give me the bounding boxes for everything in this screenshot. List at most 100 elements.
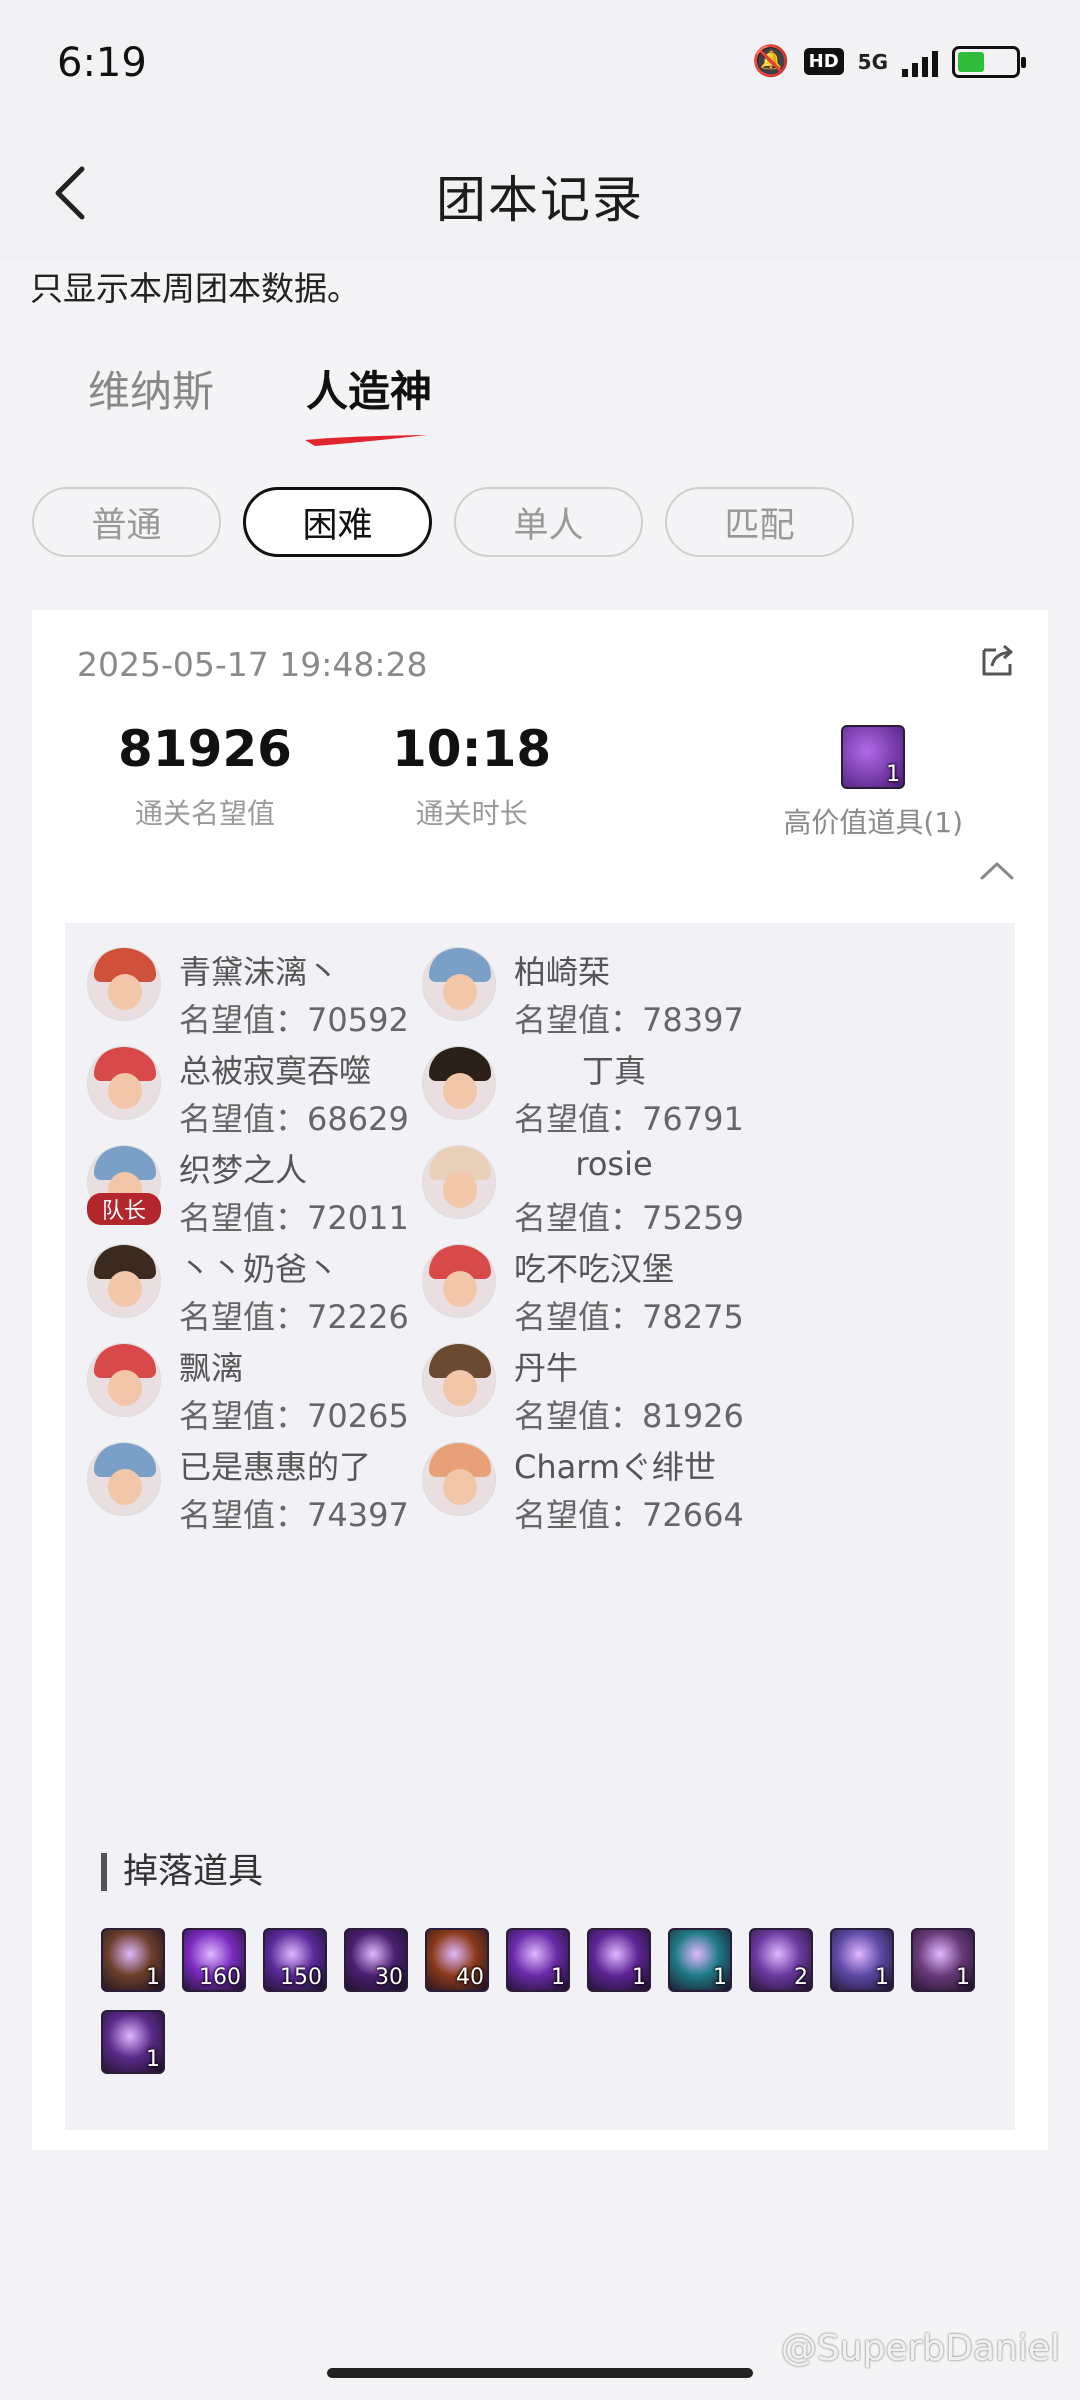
fame-value: 70592 <box>307 1001 409 1039</box>
member-fame: 名望值：76791 <box>514 1094 744 1140</box>
drop-item-icon[interactable]: 1 <box>911 1928 975 1992</box>
fame-prefix: 名望值： <box>514 1001 643 1039</box>
member-avatar <box>87 947 161 1021</box>
watermark: @SuperbDaniel <box>780 2328 1060 2369</box>
drop-item-count: 1 <box>632 1965 646 1990</box>
drop-item-count: 40 <box>456 1965 484 1990</box>
tab-artificial-god[interactable]: 人造神 <box>306 358 432 419</box>
member-avatar <box>87 1244 161 1318</box>
fame-prefix: 名望值： <box>179 1100 308 1138</box>
drop-item-count: 1 <box>146 2047 160 2072</box>
member-name: 丶丶奶爸丶 <box>179 1250 340 1288</box>
member-fame: 名望值：68629 <box>179 1094 409 1140</box>
fame-prefix: 名望值： <box>179 1397 308 1435</box>
member-name: 丁真 <box>581 1052 646 1090</box>
notice-text: 只显示本周团本数据。 <box>30 269 360 308</box>
home-indicator[interactable] <box>327 2368 753 2378</box>
fame-prefix: 名望值： <box>514 1298 643 1336</box>
drop-item-count: 1 <box>713 1965 727 1990</box>
share-icon[interactable] <box>978 640 1018 680</box>
leader-badge: 队长 <box>87 1193 161 1225</box>
valuable-items-label: 高价值道具(1) <box>783 806 963 839</box>
battery-icon <box>952 45 1026 78</box>
drop-item-count: 1 <box>551 1965 565 1990</box>
clear-time-value: 10:18 <box>392 720 552 778</box>
member-name: 总被寂寞吞噬 <box>179 1052 372 1090</box>
member-avatar <box>87 1343 161 1417</box>
fame-value: 78397 <box>642 1001 744 1039</box>
drop-item-icon[interactable]: 30 <box>344 1928 408 1992</box>
fame-value: 78275 <box>642 1298 744 1336</box>
drop-item-count: 1 <box>956 1965 970 1990</box>
clear-time-label: 通关时长 <box>415 797 528 830</box>
fame-prefix: 名望值： <box>514 1100 643 1138</box>
valuable-items[interactable]: 1 高价值道具(1) <box>783 725 963 841</box>
member-item[interactable]: Charmぐ绯世 名望值：72664 <box>422 1442 862 1562</box>
chevron-up-icon[interactable] <box>979 858 1015 882</box>
member-fame: 名望值：78397 <box>514 995 744 1041</box>
status-icons: 🔕 HD 5G <box>752 44 1026 79</box>
fame-value: 81926 <box>642 1397 744 1435</box>
record-timestamp: 2025-05-17 19:48:28 <box>77 645 428 684</box>
tab-active-indicator <box>305 435 427 446</box>
member-avatar <box>422 947 496 1021</box>
member-fame: 名望值：72226 <box>179 1292 409 1338</box>
member-fame: 名望值：78275 <box>514 1292 744 1338</box>
member-avatar <box>87 1046 161 1120</box>
fame-prefix: 名望值： <box>179 1496 308 1534</box>
member-name: 青黛沫漓丶 <box>179 953 340 991</box>
member-fame: 名望值：74397 <box>179 1490 409 1536</box>
fame-prefix: 名望值： <box>514 1199 643 1237</box>
raid-tabs: 维纳斯 人造神 <box>88 358 432 419</box>
drop-item-icon[interactable]: 1 <box>506 1928 570 1992</box>
member-name: 丹牛 <box>514 1349 579 1387</box>
drop-item-count: 30 <box>375 1965 403 1990</box>
filter-solo[interactable]: 单人 <box>454 487 643 557</box>
fame-value: 72226 <box>307 1298 409 1336</box>
header: 团本记录 <box>0 130 1080 260</box>
drop-item-icon[interactable]: 1 <box>101 2010 165 2074</box>
drop-item-count: 2 <box>794 1965 808 1990</box>
members-panel: 青黛沫漓丶 名望值：70592 柏崎栞 名望值：78397 总被寂寞吞噬 名望值：6862… <box>65 923 1015 2130</box>
drop-item-icon[interactable]: 1 <box>668 1928 732 1992</box>
status-time: 6:19 <box>57 40 147 86</box>
drop-item-icon[interactable]: 150 <box>263 1928 327 1992</box>
tab-venus[interactable]: 维纳斯 <box>88 358 214 419</box>
member-avatar <box>422 1343 496 1417</box>
filter-match[interactable]: 匹配 <box>665 487 854 557</box>
fame-prefix: 名望值： <box>514 1496 643 1534</box>
member-fame: 名望值：75259 <box>514 1193 744 1239</box>
filter-normal[interactable]: 普通 <box>32 487 221 557</box>
fame-value: 70265 <box>307 1397 409 1435</box>
drop-item-icon[interactable]: 2 <box>749 1928 813 1992</box>
drop-item-icon[interactable]: 1 <box>830 1928 894 1992</box>
drop-item-icon[interactable]: 1 <box>587 1928 651 1992</box>
member-avatar <box>422 1145 496 1219</box>
drop-item-count: 160 <box>199 1965 241 1990</box>
member-name: 柏崎栞 <box>514 953 611 991</box>
fame-prefix: 名望值： <box>179 1199 308 1237</box>
drop-item-count: 1 <box>146 1965 160 1990</box>
fame-prefix: 名望值： <box>179 1298 308 1336</box>
valuable-item-icon: 1 <box>841 725 906 789</box>
fame-value: 72664 <box>642 1496 744 1534</box>
member-avatar <box>87 1442 161 1516</box>
drop-item-count: 150 <box>280 1965 322 1990</box>
mute-icon: 🔕 <box>752 44 790 79</box>
member-avatar <box>422 1244 496 1318</box>
drop-item-icon[interactable]: 160 <box>182 1928 246 1992</box>
filter-hard[interactable]: 困难 <box>243 487 432 557</box>
drop-item-icon[interactable]: 40 <box>425 1928 489 1992</box>
clear-fame-value: 81926 <box>118 720 292 778</box>
member-name: Charmぐ绯世 <box>514 1448 717 1486</box>
member-name: 已是惠惠的了 <box>179 1448 372 1486</box>
hd-icon: HD <box>803 48 844 75</box>
signal-icon <box>902 47 938 77</box>
member-avatar <box>422 1442 496 1516</box>
fame-value: 75259 <box>642 1199 744 1237</box>
member-avatar <box>422 1046 496 1120</box>
member-name: 织梦之人 <box>179 1151 308 1189</box>
drop-item-icon[interactable]: 1 <box>101 1928 165 1992</box>
difficulty-filters: 普通 困难 单人 匹配 <box>32 487 854 557</box>
member-name: 吃不吃汉堡 <box>514 1250 675 1288</box>
